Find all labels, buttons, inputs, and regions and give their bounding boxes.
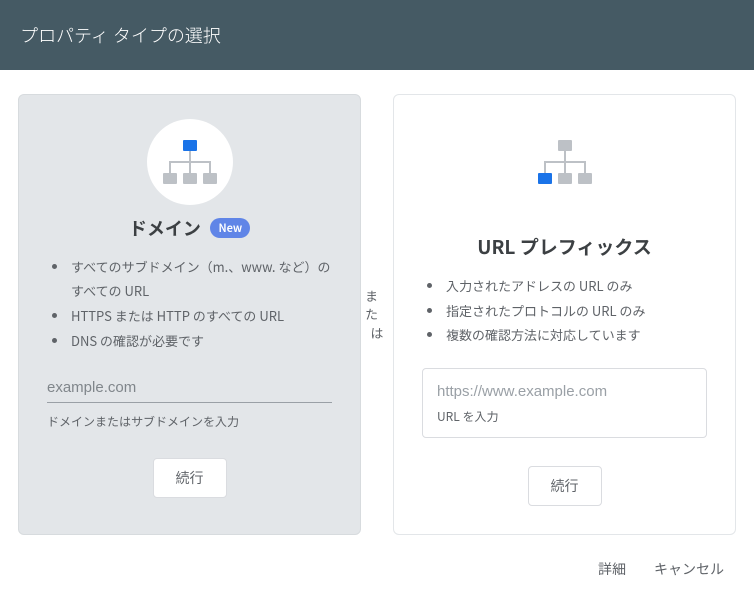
footer: 詳細 キャンセル — [0, 545, 754, 597]
new-badge: New — [210, 218, 250, 238]
url-hint: URL を入力 — [437, 408, 692, 425]
list-item: すべてのサブドメイン（m.、www. など）のすべての URL — [69, 255, 332, 304]
or-separator: また は — [361, 94, 393, 535]
card-domain-title: ドメイン — [129, 215, 201, 241]
list-item: HTTPS または HTTP のすべての URL — [69, 304, 332, 329]
domain-features: すべてのサブドメイン（m.、www. など）のすべての URL HTTPS また… — [47, 255, 332, 354]
sitemap-icon — [47, 119, 332, 205]
list-item: DNS の確認が必要です — [69, 329, 332, 354]
list-item: 複数の確認方法に対応しています — [444, 323, 707, 348]
card-domain[interactable]: ドメイン New すべてのサブドメイン（m.、www. など）のすべての URL… — [18, 94, 361, 535]
list-item: 指定されたプロトコルの URL のみ — [444, 299, 707, 324]
sitemap-icon — [422, 119, 707, 205]
domain-continue-button[interactable]: 続行 — [153, 458, 227, 498]
url-features: 入力されたアドレスの URL のみ 指定されたプロトコルの URL のみ 複数の… — [422, 274, 707, 348]
url-input[interactable] — [437, 379, 692, 402]
cancel-button[interactable]: キャンセル — [654, 559, 724, 579]
url-continue-button[interactable]: 続行 — [528, 466, 602, 506]
domain-hint: ドメインまたはサブドメインを入力 — [47, 413, 332, 430]
page-title: プロパティ タイプの選択 — [0, 0, 754, 70]
details-link[interactable]: 詳細 — [598, 559, 626, 579]
card-url-title: URL プレフィックス — [477, 233, 652, 260]
list-item: 入力されたアドレスの URL のみ — [444, 274, 707, 299]
domain-input[interactable] — [47, 373, 332, 403]
body: ドメイン New すべてのサブドメイン（m.、www. など）のすべての URL… — [0, 70, 754, 545]
card-url-prefix[interactable]: URL プレフィックス 入力されたアドレスの URL のみ 指定されたプロトコル… — [393, 94, 736, 535]
